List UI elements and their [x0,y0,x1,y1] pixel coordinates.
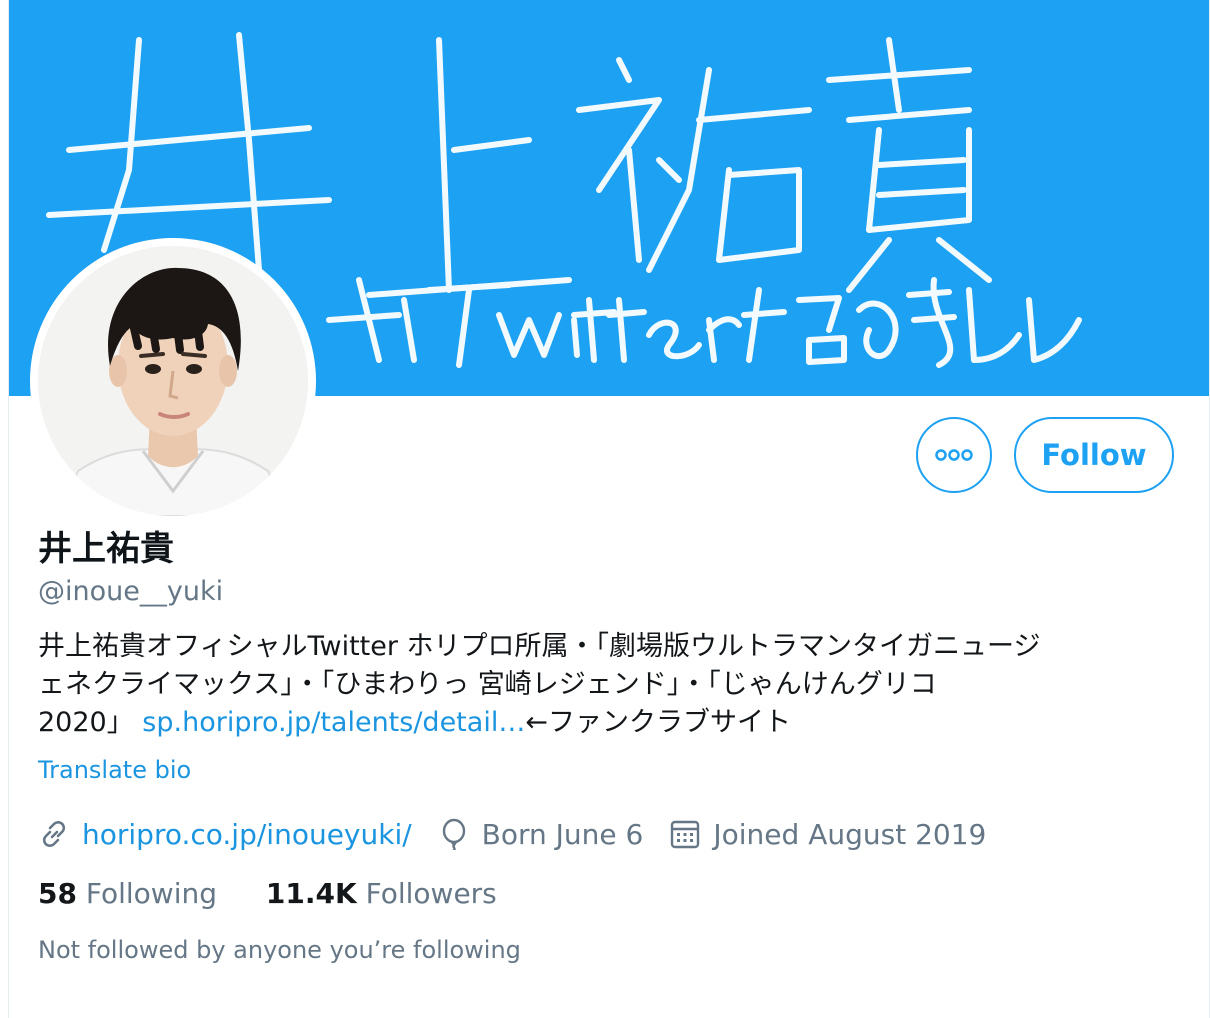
avatar-ring [30,238,316,524]
translate-bio-link[interactable]: Translate bio [38,753,191,787]
bio-line: 2020」 sp.horipro.jp/talents/detail…←ファンク… [38,704,1178,742]
display-name: 井上祐貴 [38,529,174,569]
website-link[interactable]: horipro.co.jp/inoueyuki/ [82,818,412,851]
fanclub-link[interactable]: sp.horipro.jp/talents/detail… [142,707,525,738]
left-border [0,0,9,1018]
following-stat[interactable]: 58 Following [38,877,217,910]
profile-meta: horipro.co.jp/inoueyuki/ Born June 6 Joi… [38,812,1012,856]
followers-count: 11.4K [265,877,357,910]
avatar-portrait [38,246,308,516]
followers-label: Followers [365,877,497,910]
joined-text: Joined August 2019 [713,817,987,851]
social-context: Not followed by anyone you’re following [38,936,521,964]
avatar[interactable] [38,246,308,516]
more-options-button[interactable] [916,417,992,493]
link-icon [42,821,66,847]
followers-stat[interactable]: 11.4K Followers [266,877,497,910]
birthday-text: Born June 6 [481,817,644,851]
birthday-item: Born June 6 [438,817,644,851]
bio-text: ←ファンクラブサイト [525,707,791,738]
bio-text: 2020」 [38,707,143,738]
profile-bio: 井上祐貴オフィシャルTwitter ホリプロ所属・「劇場版ウルトラマンタイガニュ… [38,628,1178,742]
more-options-icon [935,449,973,461]
balloon-icon [442,818,465,850]
joined-item: Joined August 2019 [669,818,986,851]
calendar-icon [671,820,700,849]
bio-line: 井上祐貴オフィシャルTwitter ホリプロ所属・「劇場版ウルトラマンタイガニュ… [38,631,1041,662]
user-handle: @inoue__yuki [38,576,224,607]
profile-page: Follow 井上祐貴 @inoue__yuki 井上祐貴オフィシャルTwitt… [0,0,1210,1018]
following-label: Following [85,877,218,910]
website-item: horipro.co.jp/inoueyuki/ [38,818,412,851]
follow-stats: 58 Following 11.4K Followers [38,874,537,914]
follow-button-label: Follow [1041,438,1147,472]
bio-line: ェネクライマックス」・「ひまわりっ 宮崎レジェンド」・「じゃんけんグリコ [38,669,937,700]
following-count: 58 [38,877,77,910]
follow-button[interactable]: Follow [1014,417,1174,493]
